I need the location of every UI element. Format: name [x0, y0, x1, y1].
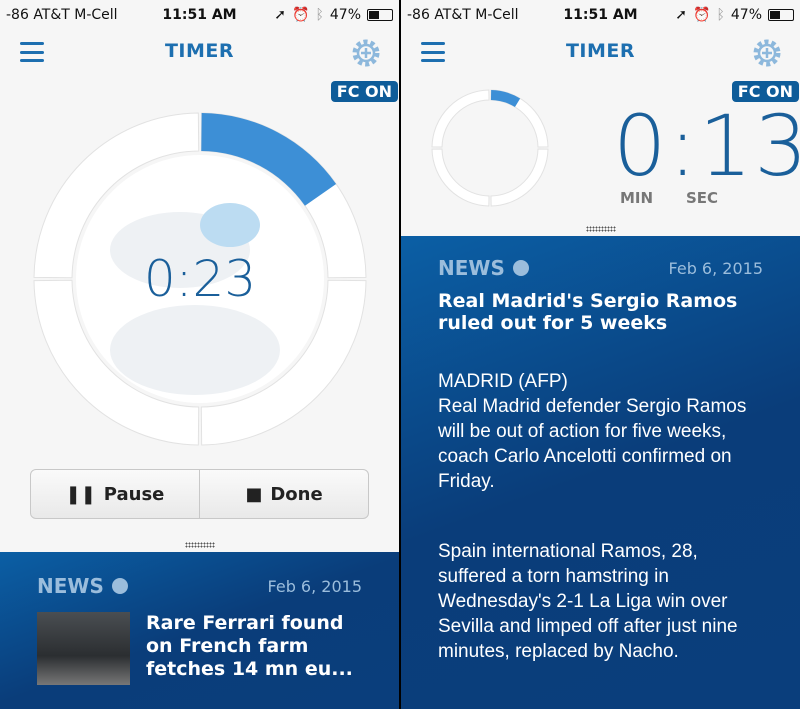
progress-arc — [490, 90, 521, 107]
timer-screen-left: -86 AT&T M-Cell 11:51 AM ➚ ⏰ ᛒ 47% TIMER FC… — [0, 0, 399, 709]
timer-controls: ❚❚ Pause ■ Done — [30, 469, 369, 519]
carrier: -86 AT&T M-Cell — [6, 7, 118, 23]
status-bar: -86 AT&T M-Cell 11:51 AM ➚ ⏰ ᛒ 47% — [401, 0, 800, 30]
stop-icon: ■ — [245, 483, 263, 505]
page-title: TIMER — [164, 40, 235, 62]
bluetooth-icon: ᛒ — [716, 7, 725, 23]
globe-icon — [512, 260, 529, 276]
news-date: Feb 6, 2015 — [267, 576, 362, 596]
timer-screen-right: -86 AT&T M-Cell 11:51 AM ➚ ⏰ ᛒ 47% TIMER FC… — [401, 0, 800, 709]
done-button[interactable]: ■ Done — [199, 470, 368, 518]
news-body: MADRID (AFP) Real Madrid defender Sergio… — [438, 371, 747, 662]
timer-display: 0:13 — [613, 97, 800, 195]
ring-segment — [431, 148, 490, 207]
news-panel[interactable]: NEWS Feb 6, 2015 Real Madrid's Sergio Ram… — [401, 236, 800, 709]
battery-icon — [367, 9, 393, 21]
bluetooth-icon: ᛒ — [315, 7, 324, 23]
mini-timer-ring — [431, 89, 549, 207]
battery-icon — [768, 9, 794, 21]
pause-button[interactable]: ❚❚ Pause — [31, 470, 199, 518]
location-icon: ➚ — [274, 7, 287, 23]
page-title: TIMER — [565, 40, 636, 62]
location-icon: ➚ — [675, 7, 688, 23]
ring-segment — [431, 89, 490, 148]
upper-teeth-highlight — [200, 203, 260, 247]
news-panel[interactable]: NEWS Feb 6, 2015 Rare Ferrari found on Fr… — [0, 552, 399, 709]
min-label: MIN — [620, 189, 654, 207]
ring-segment — [490, 148, 549, 207]
news-thumbnail[interactable] — [37, 612, 130, 685]
alarm-icon: ⏰ — [292, 7, 310, 23]
header: TIMER — [0, 30, 399, 76]
globe-icon — [111, 578, 128, 594]
gear-plus-icon[interactable] — [351, 38, 381, 68]
timer-display: 0:23 — [144, 250, 256, 308]
drag-handle[interactable] — [184, 542, 215, 548]
status-bar: -86 AT&T M-Cell 11:51 AM ➚ ⏰ ᛒ 47% — [0, 0, 399, 30]
fc-on-badge[interactable]: FC ON — [330, 81, 398, 102]
news-headline[interactable]: Rare Ferrari found on French farm fetche… — [146, 612, 362, 685]
news-headline: Real Madrid's Sergio Ramos ruled out for… — [438, 290, 738, 334]
header: TIMER — [401, 30, 800, 76]
battery-percent: 47% — [329, 7, 361, 23]
sec-label: SEC — [686, 189, 719, 207]
timer-ring: 0:23 — [33, 112, 367, 446]
lower-teeth — [110, 305, 280, 395]
drag-handle[interactable] — [585, 226, 616, 232]
alarm-icon: ⏰ — [693, 7, 711, 23]
pause-icon: ❚❚ — [65, 483, 96, 505]
news-date: Feb 6, 2015 — [668, 258, 763, 278]
gear-plus-icon[interactable] — [752, 38, 782, 68]
